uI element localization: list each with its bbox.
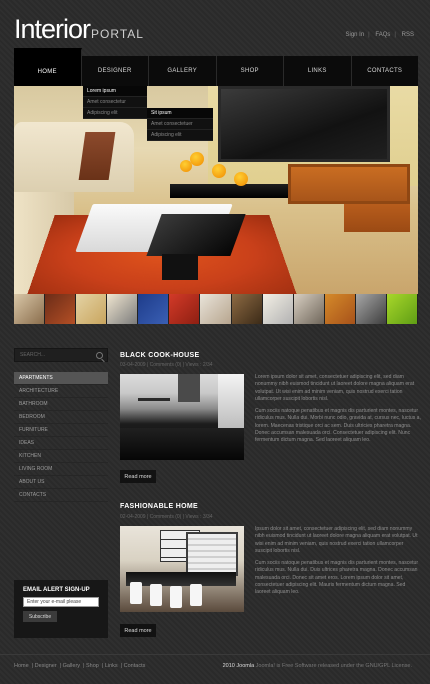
logo-sub-text: PORTAL [91,27,144,41]
category-item-kitchen[interactable]: KITCHEN [14,450,108,463]
copyright-text: Joomla! is Free Software released under … [255,663,412,669]
dropdown-item[interactable]: Lorem ipsum [83,86,147,97]
thumbnail-strip [14,294,419,324]
thumbnail[interactable] [200,294,232,324]
thumbnail[interactable] [138,294,170,324]
top-links: Sign In | FAQs | RSS [345,32,414,38]
category-item-bathroom[interactable]: BATHROOM [14,398,108,411]
read-more-button[interactable]: Read more [120,624,156,637]
thumbnail[interactable] [14,294,46,324]
dropdown-item[interactable]: Amet consectetur [83,97,147,108]
category-item-living-room[interactable]: LIVING ROOM [14,463,108,476]
main-nav: HOME DESIGNER GALLERY SHOP LINKS CONTACT… [14,48,418,86]
footer-link-shop[interactable]: Shop [86,663,99,669]
nav-item-home[interactable]: HOME [14,48,82,86]
category-item-furniture[interactable]: FURNITURE [14,424,108,437]
post-image-kitchen[interactable] [120,374,244,460]
category-list: APARTMENTS ARCHITECTURE BATHROOM BEDROOM… [14,372,108,502]
submenu-item[interactable]: Sit ipsum [147,108,213,119]
footer-link-contacts[interactable]: Contacts [124,663,146,669]
copyright-brand[interactable]: Joomla [236,663,254,669]
post-meta: 02-04-2009 | Comments (0) | Views : 3/34 [120,514,213,520]
thumbnail[interactable] [231,294,263,324]
hero-image [14,86,418,294]
tv-shape [218,86,390,162]
thumbnail[interactable] [386,294,419,324]
submenu-item[interactable]: Adipiscing elit [147,130,213,141]
nav-item-gallery[interactable]: GALLERY [149,56,217,86]
footer-link-gallery[interactable]: Gallery [63,663,80,669]
footer-links: Home | Designer | Gallery | Shop | Links | Co… [14,663,146,669]
read-more-button[interactable]: Read more [120,470,156,483]
footer-copyright: 2010 Joomla Joomla! is Free Software rel… [223,663,412,669]
submenu-item[interactable]: Amet consectetuer [147,119,213,130]
post-body: Ipsum dolor sit amet, consectetuer adipi… [255,526,421,597]
nav-item-designer[interactable]: DESIGNER [81,56,149,86]
search-input[interactable]: SEARCH... [14,348,108,362]
thumbnail[interactable] [45,294,77,324]
dropdown-item[interactable]: Adipiscing elit [83,108,147,119]
category-item-apartments[interactable]: APARTMENTS [14,372,108,385]
search-placeholder: SEARCH... [20,352,46,358]
designer-submenu: Sit ipsum Amet consectetuer Adipiscing e… [147,108,213,141]
thumbnail[interactable] [76,294,108,324]
subscribe-button[interactable]: Subscribe [23,611,57,622]
category-item-ideas[interactable]: IDEAS [14,437,108,450]
post-paragraph: Cum sociis natoque penatibus et magnis d… [255,560,419,596]
post-paragraph: Ipsum dolor sit amet, consectetuer adipi… [255,526,418,554]
post-title[interactable]: FASHIONABLE HOME [120,503,198,510]
copyright-year: 2010 [222,663,235,669]
logo-main-text: Interior [14,14,91,44]
email-alert-box: EMAIL ALERT SIGN-UP Enter your e-mail pl… [14,580,108,638]
category-item-bedroom[interactable]: BEDROOM [14,411,108,424]
email-field[interactable]: Enter your e-mail please [23,597,99,607]
nav-item-links[interactable]: LINKS [284,56,352,86]
nav-item-contacts[interactable]: CONTACTS [351,56,418,86]
top-link-rss[interactable]: RSS [402,32,414,38]
thumbnail[interactable] [169,294,201,324]
site-logo[interactable]: InteriorPORTAL [14,14,144,45]
search-icon[interactable] [96,352,103,359]
designer-dropdown: Lorem ipsum Amet consectetur Adipiscing … [83,86,147,119]
thumbnail[interactable] [262,294,294,324]
post-meta: 03-04-2009 | Comments (0) | Views : 2/34 [120,362,213,368]
post-paragraph: Cum sociis natoque penatibus et magnis d… [255,408,421,444]
category-item-architecture[interactable]: ARCHITECTURE [14,385,108,398]
thumbnail[interactable] [324,294,356,324]
thumbnail[interactable] [107,294,139,324]
top-link-signin[interactable]: Sign In [345,32,364,38]
post-image-dining[interactable] [120,526,244,612]
post-paragraph: Lorem ipsum dolor sit amet, consectetuer… [255,374,415,402]
thumbnail[interactable] [293,294,325,324]
post-body: Lorem ipsum dolor sit amet, consectetuer… [255,374,421,445]
thumbnail[interactable] [355,294,387,324]
email-alert-title: EMAIL ALERT SIGN-UP [23,587,90,593]
nav-item-shop[interactable]: SHOP [216,56,284,86]
category-item-contacts[interactable]: CONTACTS [14,489,108,502]
footer: Home | Designer | Gallery | Shop | Links | Co… [0,654,430,684]
category-item-about-us[interactable]: ABOUT US [14,476,108,489]
top-link-faqs[interactable]: FAQs [375,32,390,38]
post-title[interactable]: BLACK COOK-HOUSE [120,352,199,359]
footer-link-designer[interactable]: Designer [35,663,57,669]
footer-link-home[interactable]: Home [14,663,29,669]
footer-link-links[interactable]: Links [105,663,118,669]
